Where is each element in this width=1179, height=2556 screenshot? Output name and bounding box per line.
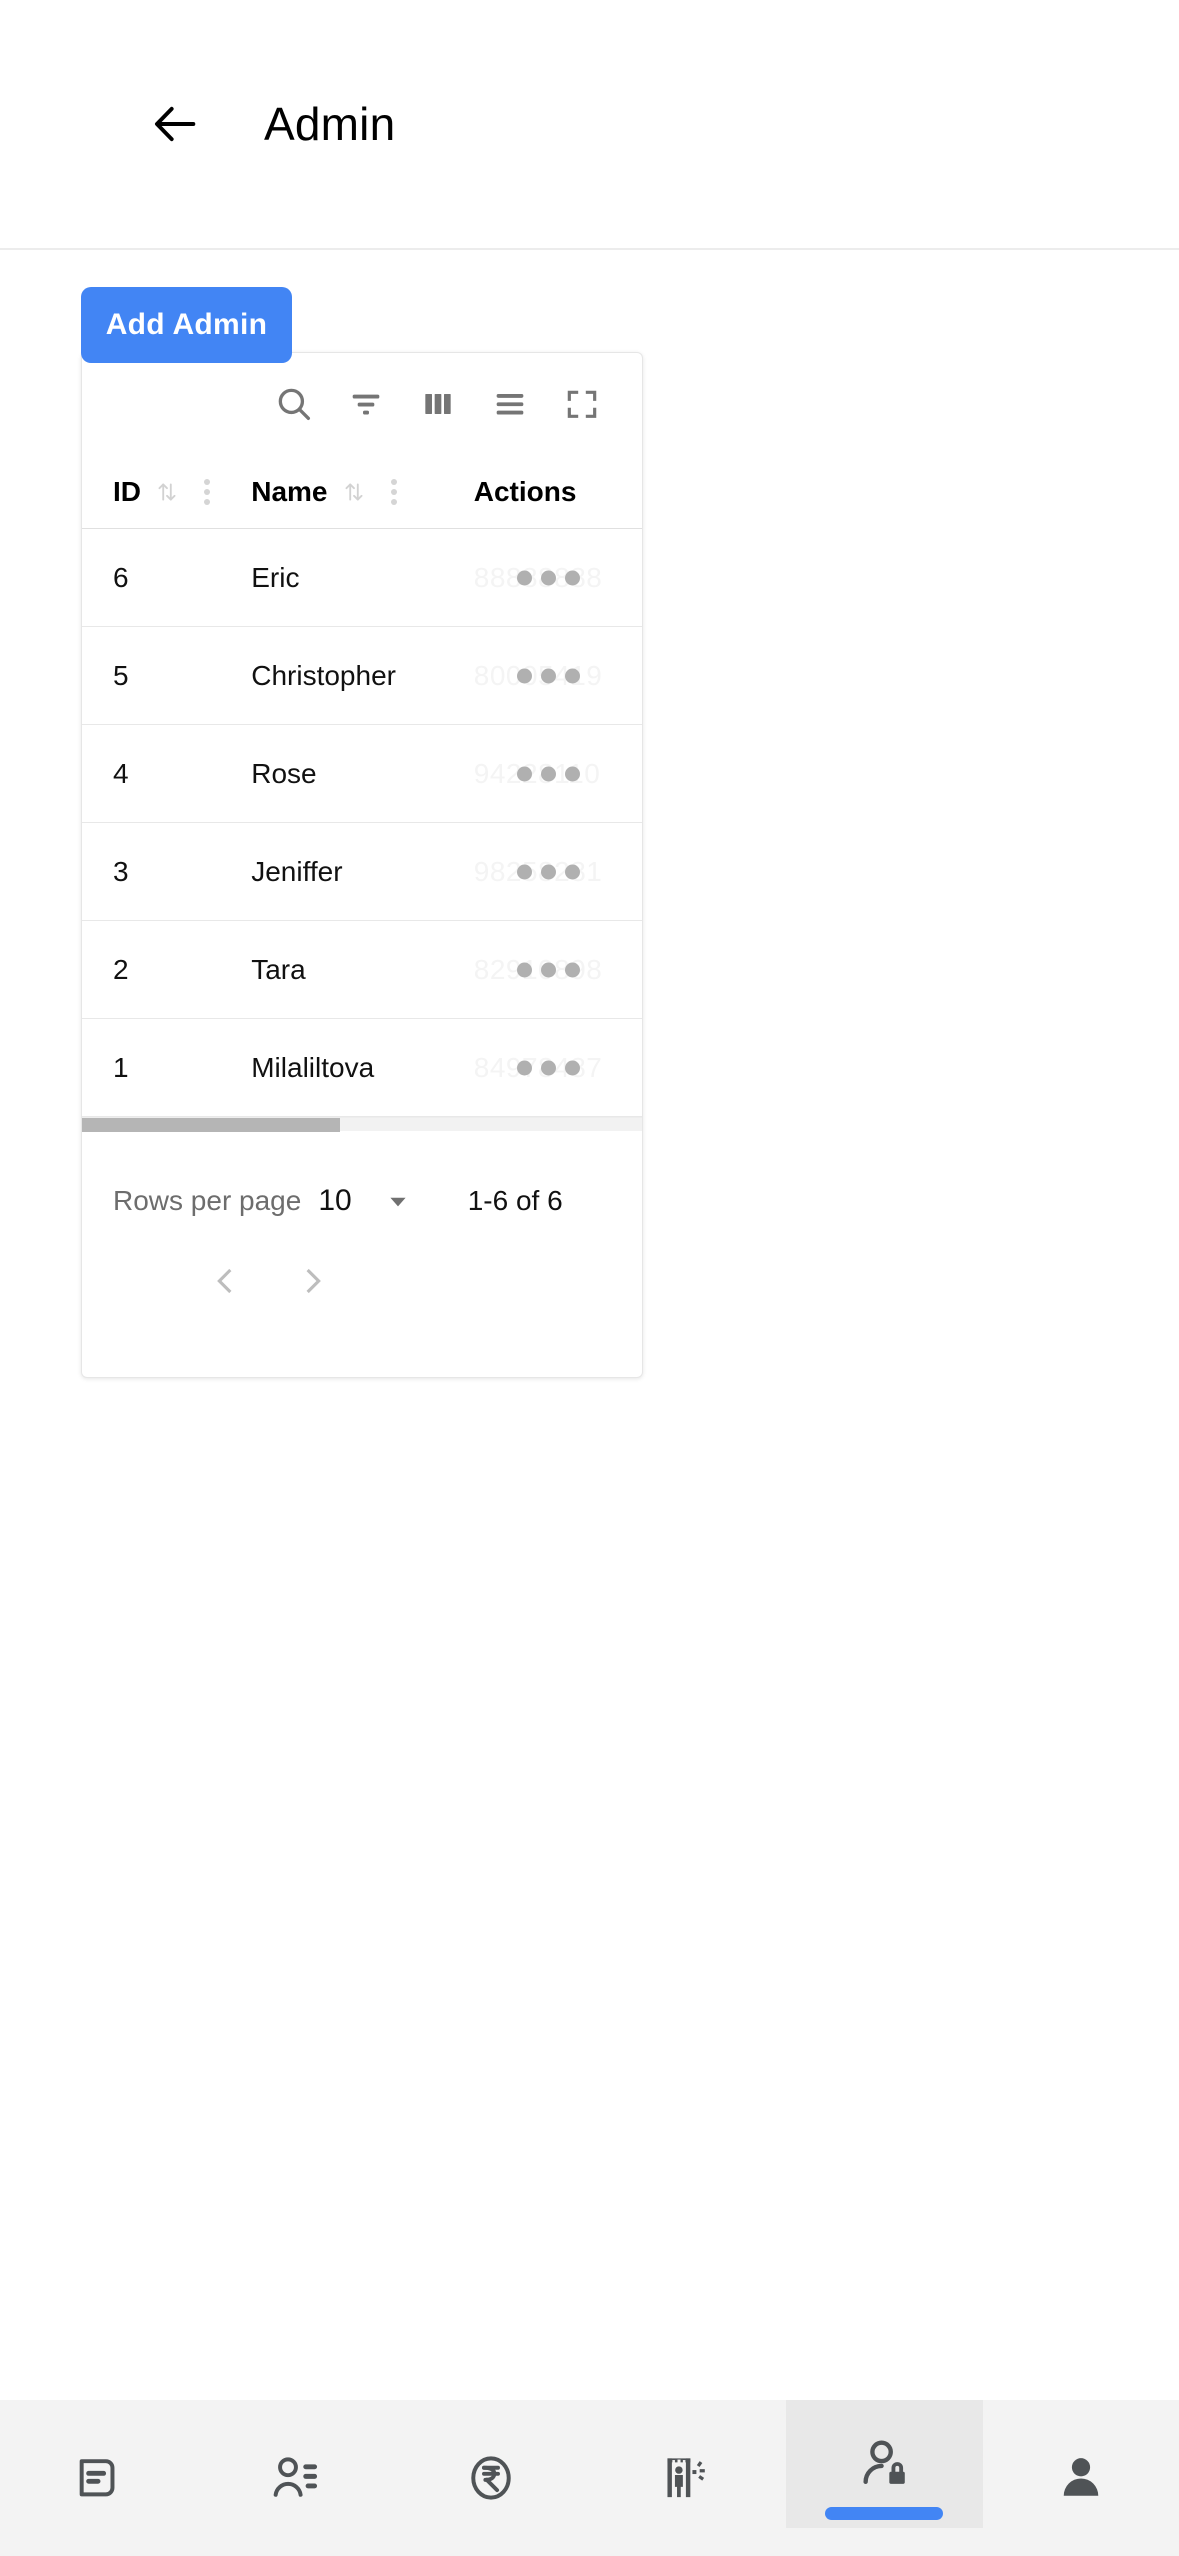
table-row[interactable]: 5 Christopher 80005419 — [82, 627, 642, 725]
profile-icon — [1053, 2450, 1109, 2506]
filter-icon — [346, 384, 386, 424]
nav-item-payments[interactable] — [393, 2400, 590, 2556]
search-icon — [273, 383, 315, 425]
fullscreen-button[interactable] — [546, 368, 618, 440]
pagination-footer: Rows per page 10 1-6 of 6 — [82, 1131, 642, 1377]
table-row[interactable]: 6 Eric 88888888 — [82, 529, 642, 627]
row-actions-menu-icon[interactable] — [516, 668, 580, 683]
user-list-icon — [267, 2450, 323, 2506]
table-row[interactable]: 4 Rose 94228110 — [82, 725, 642, 823]
cell-id: 5 — [113, 659, 129, 691]
row-actions-menu-icon[interactable] — [516, 570, 580, 585]
rows-per-page-value[interactable]: 10 — [318, 1184, 351, 1218]
fullscreen-icon — [563, 385, 601, 423]
cell-actions: 94228110 — [434, 725, 642, 822]
column-menu-icon[interactable] — [196, 473, 218, 511]
column-header-name-label: Name — [251, 475, 328, 507]
nav-item-profile[interactable] — [983, 2400, 1179, 2556]
row-actions-menu-icon[interactable] — [516, 962, 580, 977]
sort-icon[interactable] — [154, 479, 180, 505]
column-header-id[interactable]: ID — [82, 455, 228, 528]
cell-id: 2 — [113, 953, 129, 985]
scrollbar-thumb[interactable] — [82, 1118, 340, 1132]
pagination-nav-row — [82, 1245, 642, 1321]
nav-item-notes[interactable] — [0, 2400, 197, 2556]
row-actions-menu-icon[interactable] — [516, 1060, 580, 1075]
table-row[interactable]: 1 Milaliltova 84978487 — [82, 1019, 642, 1117]
chevron-left-icon — [208, 1264, 242, 1303]
density-button[interactable] — [474, 368, 546, 440]
cell-actions: 84978487 — [434, 1019, 642, 1116]
pagination-top-row: Rows per page 10 1-6 of 6 — [82, 1171, 642, 1231]
column-header-actions: Actions — [434, 455, 642, 528]
cell-actions: 88888888 — [434, 529, 642, 626]
table-row[interactable]: 3 Jeniffer 98258281 — [82, 823, 642, 921]
cell-id: 3 — [113, 855, 129, 887]
active-tab-indicator — [825, 2507, 944, 2520]
nav-item-scanner[interactable] — [590, 2400, 787, 2556]
column-header-id-label: ID — [113, 475, 141, 507]
previous-page-button[interactable] — [199, 1257, 251, 1309]
column-menu-icon[interactable] — [383, 473, 405, 511]
row-actions-menu-icon[interactable] — [516, 766, 580, 781]
pagination-range-label: 1-6 of 6 — [467, 1185, 563, 1216]
arrow-left-icon — [150, 98, 202, 150]
cell-name: Milaliltova — [251, 1051, 375, 1083]
density-icon — [490, 384, 530, 424]
cell-name: Jeniffer — [251, 855, 343, 887]
page-title: Admin — [264, 98, 396, 150]
back-button[interactable] — [140, 88, 212, 160]
caret-down-icon[interactable] — [385, 1188, 411, 1214]
rows-per-page-label: Rows per page — [113, 1185, 302, 1216]
sort-icon[interactable] — [341, 479, 367, 505]
rupee-icon — [463, 2450, 519, 2506]
cell-name: Rose — [251, 757, 317, 789]
notes-icon — [70, 2450, 126, 2506]
admin-screen: Admin Add Admin ID Name Actions 6 Eric 8… — [0, 0, 1179, 2556]
content-area: Add Admin ID Name Actions 6 Eric 8888888… — [0, 250, 1179, 2556]
cell-name: Tara — [251, 953, 306, 985]
chevron-right-icon — [296, 1264, 330, 1303]
column-header-name[interactable]: Name — [228, 455, 434, 528]
add-admin-button[interactable]: Add Admin — [81, 287, 292, 363]
next-page-button[interactable] — [287, 1257, 339, 1309]
app-bar: Admin — [0, 0, 1179, 250]
columns-button[interactable] — [402, 368, 474, 440]
cell-actions: 98258281 — [434, 823, 642, 920]
cell-actions: 82910898 — [434, 921, 642, 1018]
bottom-navigation-bar — [0, 2400, 1179, 2556]
nav-item-admin[interactable] — [786, 2400, 983, 2528]
column-header-actions-label: Actions — [473, 475, 577, 507]
horizontal-scrollbar[interactable] — [82, 1117, 642, 1132]
admin-lock-icon — [855, 2435, 913, 2493]
cell-id: 4 — [113, 757, 129, 789]
cell-id: 6 — [113, 561, 129, 593]
table-row[interactable]: 2 Tara 82910898 — [82, 921, 642, 1019]
grid-toolbar — [82, 353, 642, 455]
security-scanner-icon — [660, 2450, 716, 2506]
columns-icon — [418, 384, 458, 424]
cell-name: Christopher — [251, 659, 396, 691]
filter-button[interactable] — [330, 368, 402, 440]
row-actions-menu-icon[interactable] — [516, 864, 580, 879]
cell-id: 1 — [113, 1051, 129, 1083]
cell-actions: 80005419 — [434, 627, 642, 724]
nav-item-members[interactable] — [197, 2400, 394, 2556]
data-grid-card: ID Name Actions 6 Eric 88888888 5 Christ… — [81, 352, 643, 1378]
table-header-row: ID Name Actions — [82, 455, 642, 529]
search-button[interactable] — [258, 368, 330, 440]
cell-name: Eric — [251, 561, 300, 593]
